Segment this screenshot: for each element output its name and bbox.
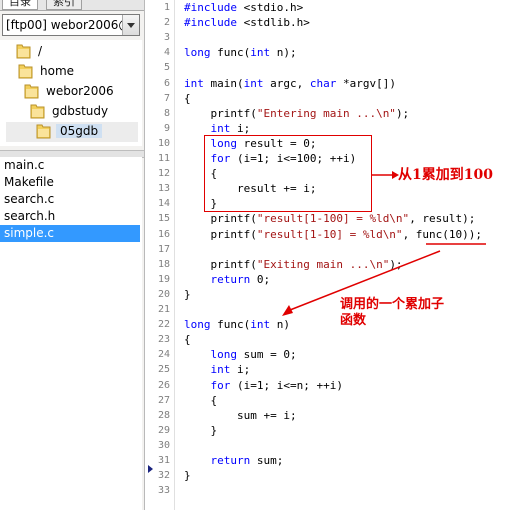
code-line[interactable]: int i; xyxy=(184,363,251,376)
code-line[interactable]: long func(int n) xyxy=(184,318,290,331)
line-number: 16 xyxy=(157,228,170,240)
line-number-gutter: 1 2 3 4 5 6 7 8 9 10 11 12 13 14 15 16 17 18 19 20 21 22 23 24 2… xyxy=(146,0,175,510)
code-line[interactable]: printf("result[1-100] = %ld\n", result); xyxy=(184,212,475,225)
tree-item-label: 05gdb xyxy=(56,124,103,138)
line-number: 4 xyxy=(163,47,170,59)
tab-index[interactable]: 索引 xyxy=(46,0,82,10)
code-line[interactable]: printf("Exiting main ...\n"); xyxy=(184,258,402,271)
chevron-down-icon[interactable] xyxy=(122,15,139,35)
line-number: 24 xyxy=(157,349,170,361)
tree-item-home[interactable]: home xyxy=(18,62,136,82)
code-line[interactable]: } xyxy=(184,424,217,437)
line-number: 12 xyxy=(157,168,170,180)
code-line[interactable]: { xyxy=(184,92,191,105)
file-list: main.c Makefile search.c search.h simple… xyxy=(0,157,142,510)
line-number: 30 xyxy=(157,439,170,451)
file-item-search-h[interactable]: search.h xyxy=(0,208,140,225)
folder-icon xyxy=(30,104,45,119)
tree-item-label: / xyxy=(38,44,43,58)
code-editor[interactable]: 1 2 3 4 5 6 7 8 9 10 11 12 13 14 15 16 17 18 19 20 21 22 23 24 2… xyxy=(146,0,514,510)
line-number: 33 xyxy=(157,485,170,497)
line-number: 27 xyxy=(157,394,170,406)
file-browser-panel: 目录 索引 [ftp00] webor2006@ / home webor200… xyxy=(0,0,145,510)
code-line[interactable]: #include <stdio.h> xyxy=(184,1,303,14)
line-number: 5 xyxy=(163,62,170,74)
code-line[interactable]: } xyxy=(184,288,191,301)
code-line[interactable]: #include <stdlib.h> xyxy=(184,16,310,29)
line-number: 32 xyxy=(157,470,170,482)
file-item-search-c[interactable]: search.c xyxy=(0,191,140,208)
code-line[interactable]: return 0; xyxy=(184,273,271,286)
line-number: 10 xyxy=(157,137,170,149)
line-number: 1 xyxy=(163,2,170,13)
line-number: 26 xyxy=(157,379,170,391)
code-line[interactable]: sum += i; xyxy=(184,409,297,422)
file-item-makefile[interactable]: Makefile xyxy=(0,174,140,191)
code-line[interactable]: int i; xyxy=(184,122,251,135)
folder-icon xyxy=(18,64,33,79)
tab-directory[interactable]: 目录 xyxy=(2,0,38,10)
line-number: 2 xyxy=(163,17,170,29)
tree-item-webor2006[interactable]: webor2006 xyxy=(24,82,136,102)
line-number: 19 xyxy=(157,273,170,285)
line-number: 20 xyxy=(157,288,170,300)
code-line[interactable]: printf("result[1-10] = %ld\n", func(10))… xyxy=(184,228,482,241)
folder-icon xyxy=(36,124,51,139)
code-line[interactable]: long sum = 0; xyxy=(184,348,297,361)
tree-item-05gdb[interactable]: 05gdb xyxy=(6,122,138,142)
line-number: 9 xyxy=(163,122,170,134)
site-dropdown-value: [ftp00] webor2006@ xyxy=(6,18,131,32)
line-number: 31 xyxy=(157,455,170,466)
panel-tabs: 目录 索引 xyxy=(0,0,144,11)
line-number: 11 xyxy=(157,153,170,164)
annotation-func-label-2: 函数 xyxy=(340,313,367,328)
line-number: 18 xyxy=(157,258,170,270)
line-number: 6 xyxy=(163,77,170,89)
line-number: 23 xyxy=(157,334,170,346)
line-number: 15 xyxy=(157,213,170,225)
tree-item-label: gdbstudy xyxy=(52,104,109,118)
line-number: 21 xyxy=(157,304,170,315)
tree-item-gdbstudy[interactable]: gdbstudy xyxy=(30,102,136,122)
line-number: 7 xyxy=(163,92,170,104)
code-line[interactable]: int main(int argc, char *argv[]) xyxy=(184,77,396,90)
tree-item-label: home xyxy=(40,64,75,78)
line-number: 25 xyxy=(157,364,170,376)
line-number: 13 xyxy=(157,183,170,195)
line-number: 22 xyxy=(157,319,170,331)
annotation-sum-label: 从1累加到100 xyxy=(398,167,493,183)
tree-item-label: webor2006 xyxy=(46,84,114,98)
file-item-main-c[interactable]: main.c xyxy=(0,157,140,174)
folder-icon xyxy=(16,44,31,59)
code-line[interactable]: long func(int n); xyxy=(184,46,297,59)
code-line[interactable]: } xyxy=(184,469,191,482)
line-number: 14 xyxy=(157,198,170,210)
code-line[interactable]: { xyxy=(184,333,191,346)
folder-icon xyxy=(24,84,39,99)
line-number: 29 xyxy=(157,424,170,436)
code-line[interactable]: return sum; xyxy=(184,454,284,467)
directory-tree: / home webor2006 gdbstudy 05gdb xyxy=(0,40,142,146)
code-line[interactable]: { xyxy=(184,394,217,407)
code-line[interactable]: printf("Entering main ...\n"); xyxy=(184,107,409,120)
code-line[interactable]: for (i=1; i<=n; ++i) xyxy=(184,379,343,392)
line-number: 8 xyxy=(163,107,170,119)
line-number: 28 xyxy=(157,409,170,421)
file-item-simple-c[interactable]: simple.c xyxy=(0,225,140,242)
tree-item-root[interactable]: / xyxy=(16,42,136,62)
highlight-box-loop xyxy=(204,135,372,212)
line-number: 17 xyxy=(157,243,170,255)
site-dropdown[interactable]: [ftp00] webor2006@ xyxy=(2,14,140,36)
line-number: 3 xyxy=(163,32,170,44)
